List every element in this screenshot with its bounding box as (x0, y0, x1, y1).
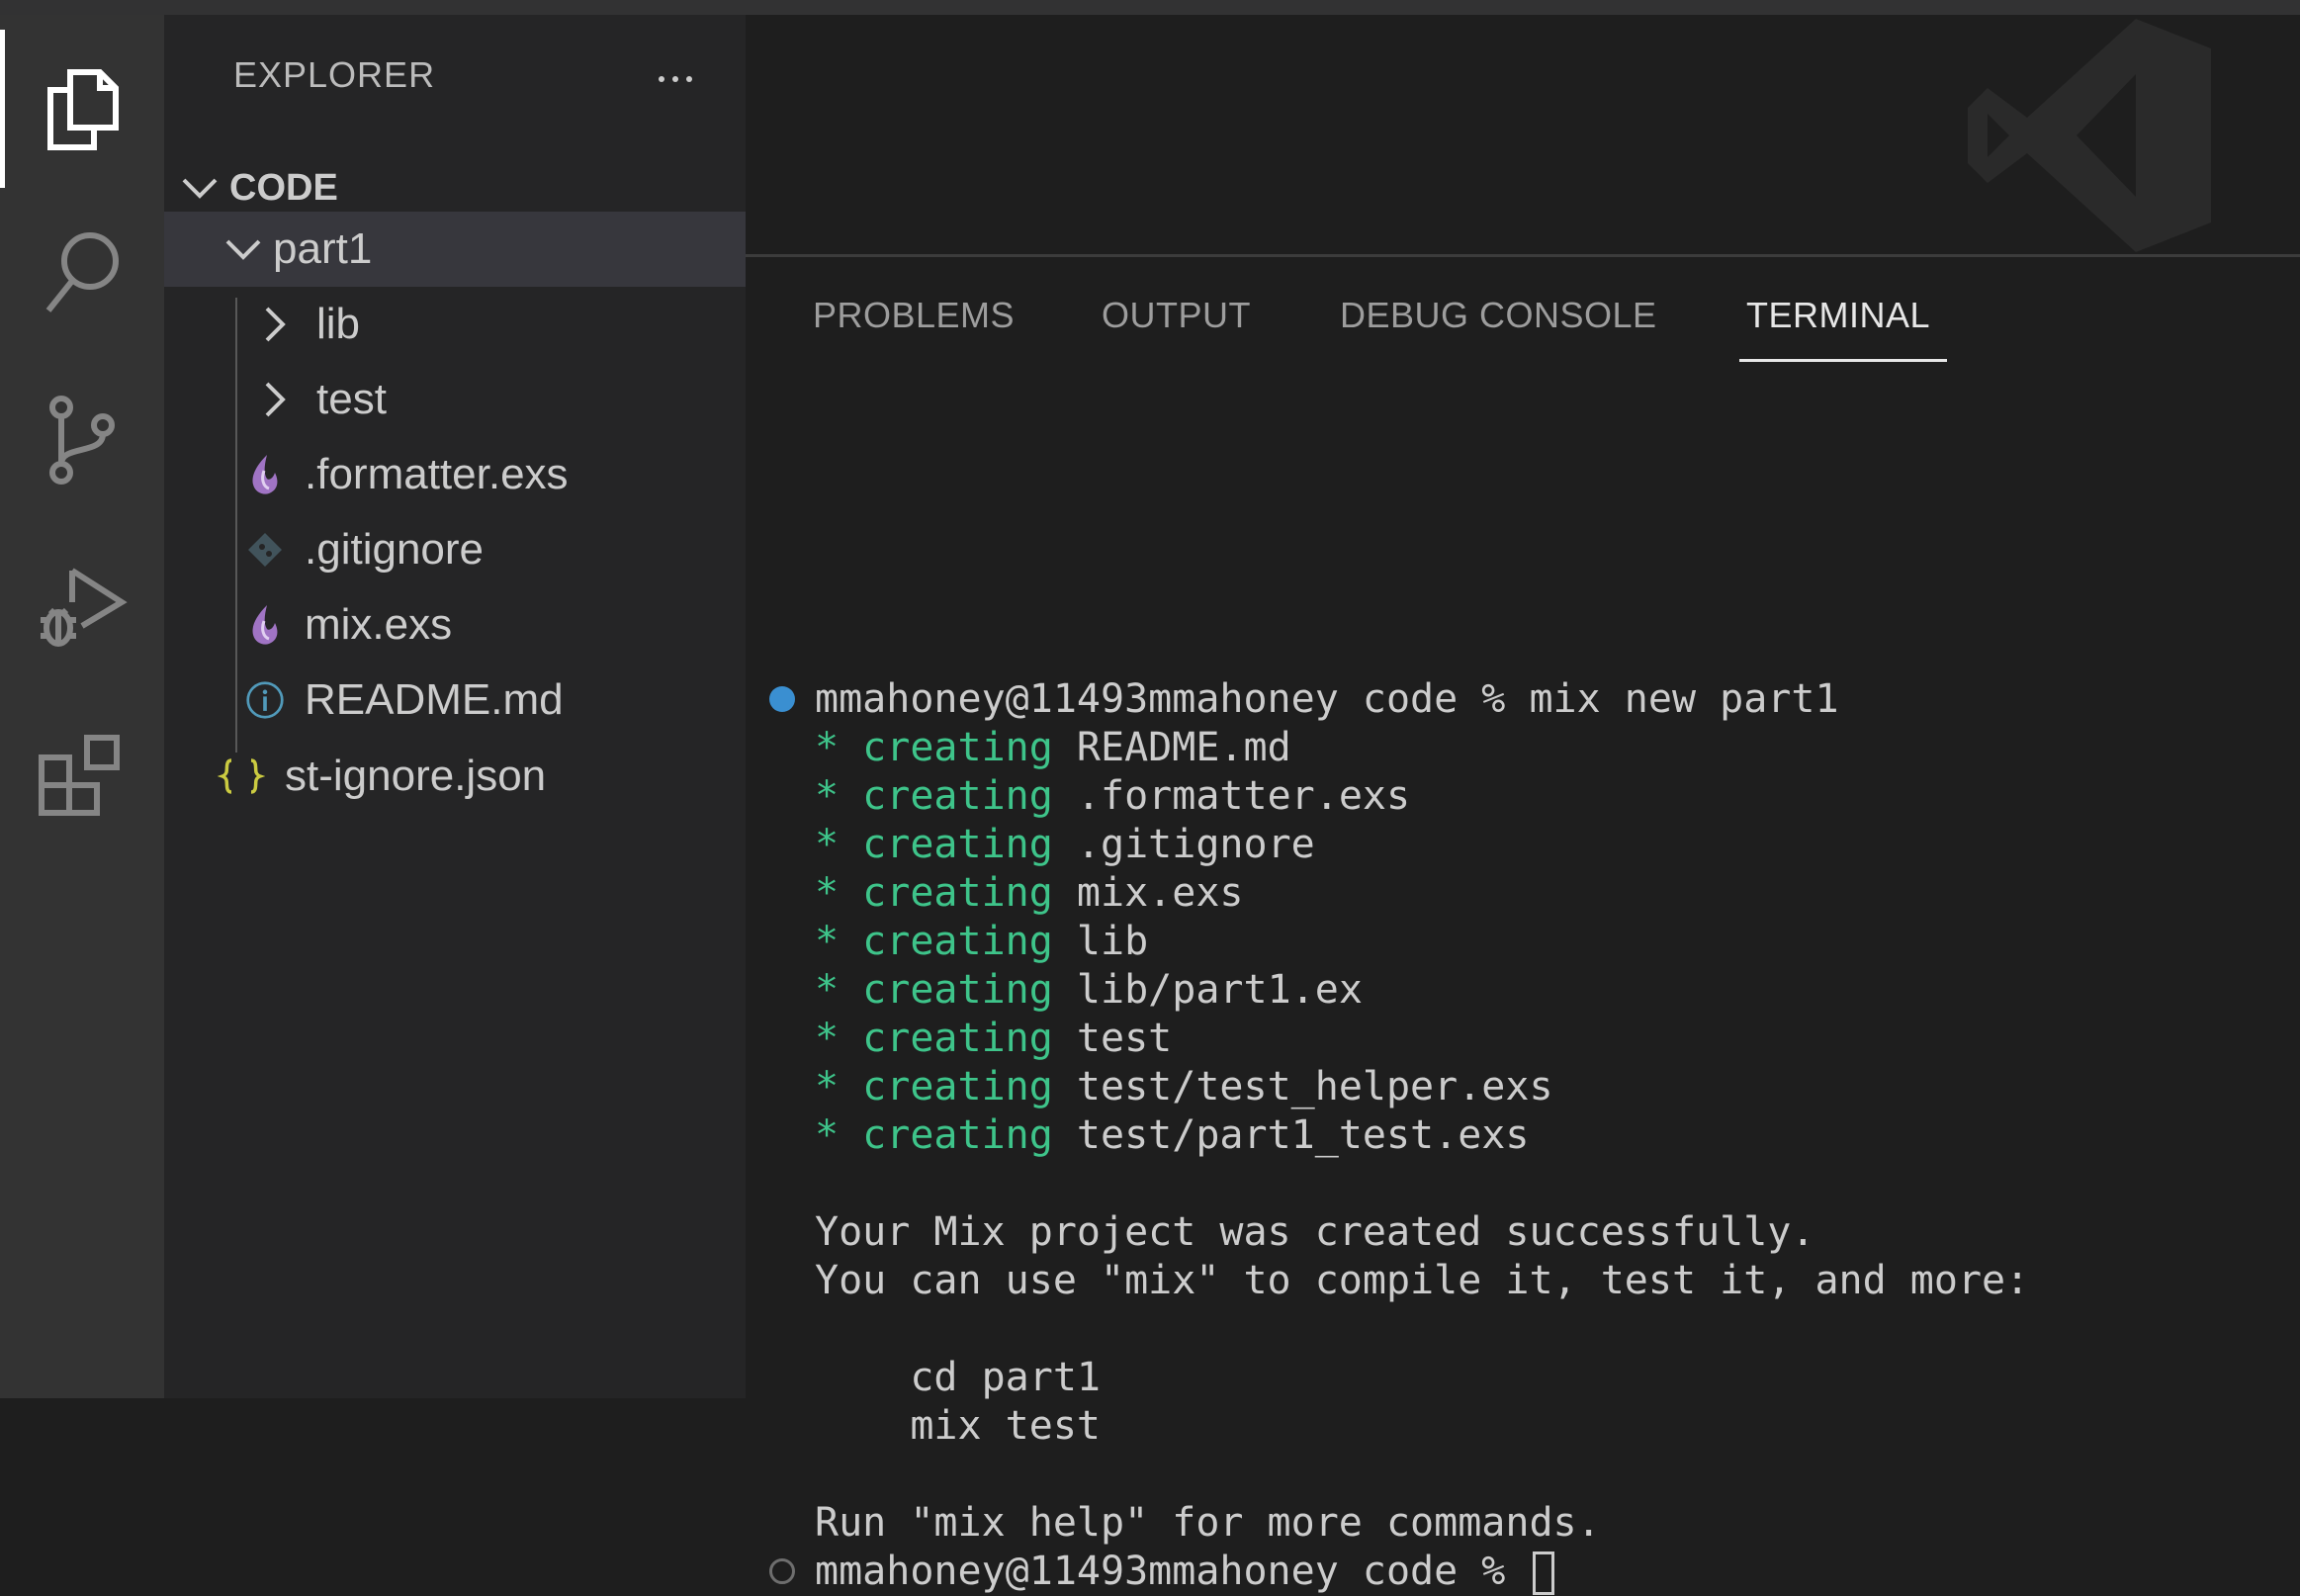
extensions-icon (38, 732, 127, 821)
chevron-down-icon (180, 168, 220, 208)
title-bar (0, 0, 2300, 15)
tab-terminal[interactable]: TERMINAL (1746, 295, 1930, 336)
vscode-logo-watermark (1968, 15, 2215, 261)
info-icon (245, 678, 285, 722)
tree-item-label: .gitignore (305, 525, 485, 574)
more-actions-button[interactable] (641, 54, 710, 104)
explorer-sidebar: EXPLORER CODE part1 lib test .formatter.… (164, 15, 746, 1398)
terminal-created-line: * creating lib (815, 919, 1149, 964)
terminal-suggested-command: mix test (815, 1403, 1101, 1449)
tree-file-formatter[interactable]: .formatter.exs (164, 437, 746, 512)
tree-item-label: lib (316, 300, 361, 348)
tab-debug-console[interactable]: DEBUG CONSOLE (1340, 295, 1657, 336)
terminal-prompt-line[interactable]: mmahoney@11493mmahoney code % (815, 1548, 1555, 1596)
search-activity-button[interactable] (0, 193, 164, 351)
terminal-created-line: * creating test/test_helper.exs (815, 1064, 1553, 1109)
terminal-suggested-command: cd part1 (815, 1355, 1101, 1400)
terminal-command-line: mmahoney@11493mmahoney code % mix new pa… (815, 676, 1839, 722)
tree-item-label: test (316, 375, 387, 423)
json-icon (218, 754, 265, 798)
tree-folder-lib[interactable]: lib (164, 287, 746, 362)
terminal-created-line: * creating .formatter.exs (815, 773, 1411, 819)
command-success-decoration[interactable] (769, 686, 795, 712)
tree-file-gitignore[interactable]: .gitignore (164, 512, 746, 587)
terminal-created-line: * creating mix.exs (815, 870, 1244, 916)
tree-item-label: .formatter.exs (305, 450, 569, 498)
run-debug-icon (37, 563, 128, 654)
bottom-panel: PROBLEMS OUTPUT DEBUG CONSOLE TERMINAL m… (746, 257, 2300, 1595)
editor-area (746, 15, 2300, 256)
chevron-down-icon (223, 229, 263, 269)
tree-item-label: README.md (305, 675, 564, 724)
tab-problems[interactable]: PROBLEMS (813, 295, 1015, 336)
tab-output[interactable]: OUTPUT (1102, 295, 1251, 336)
terminal-created-line: * creating .gitignore (815, 822, 1315, 867)
explorer-title: EXPLORER (233, 54, 436, 95)
terminal-help-message: Run "mix help" for more commands. (815, 1500, 1601, 1546)
terminal-created-line: * creating README.md (815, 725, 1291, 770)
extensions-activity-button[interactable] (0, 697, 164, 855)
workspace-name: CODE (229, 166, 338, 209)
activity-bar (0, 15, 164, 1398)
tree-file-readme[interactable]: README.md (164, 663, 746, 738)
terminal-created-line: * creating test (815, 1016, 1173, 1061)
command-pending-decoration[interactable] (769, 1558, 795, 1584)
tree-file-mix[interactable]: mix.exs (164, 587, 746, 663)
terminal-cursor (1533, 1552, 1555, 1595)
files-icon (43, 64, 122, 153)
terminal-created-line: * creating lib/part1.ex (815, 967, 1363, 1013)
terminal-success-message: Your Mix project was created successfull… (815, 1209, 1815, 1255)
active-tab-indicator (1739, 359, 1947, 362)
tree-item-label: part1 (273, 224, 373, 273)
source-control-icon (47, 396, 117, 485)
tree-item-label: mix.exs (305, 600, 453, 649)
tree-item-label: st-ignore.json (285, 752, 547, 800)
elixir-icon (245, 453, 285, 496)
explorer-activity-button[interactable] (0, 30, 164, 188)
run-debug-activity-button[interactable] (0, 529, 164, 687)
elixir-icon (245, 603, 285, 647)
tree-folder-test[interactable]: test (164, 362, 746, 437)
source-control-activity-button[interactable] (0, 361, 164, 519)
tree-file-st-ignore[interactable]: st-ignore.json (164, 739, 746, 814)
chevron-right-icon (255, 380, 295, 419)
git-icon (245, 528, 285, 572)
search-icon (41, 227, 124, 316)
tree-folder-part1[interactable]: part1 (164, 212, 746, 287)
ellipsis-icon (659, 76, 664, 82)
chevron-right-icon (255, 305, 295, 344)
terminal-created-line: * creating test/part1_test.exs (815, 1112, 1530, 1158)
terminal-hint-message: You can use "mix" to compile it, test it… (815, 1258, 2030, 1303)
